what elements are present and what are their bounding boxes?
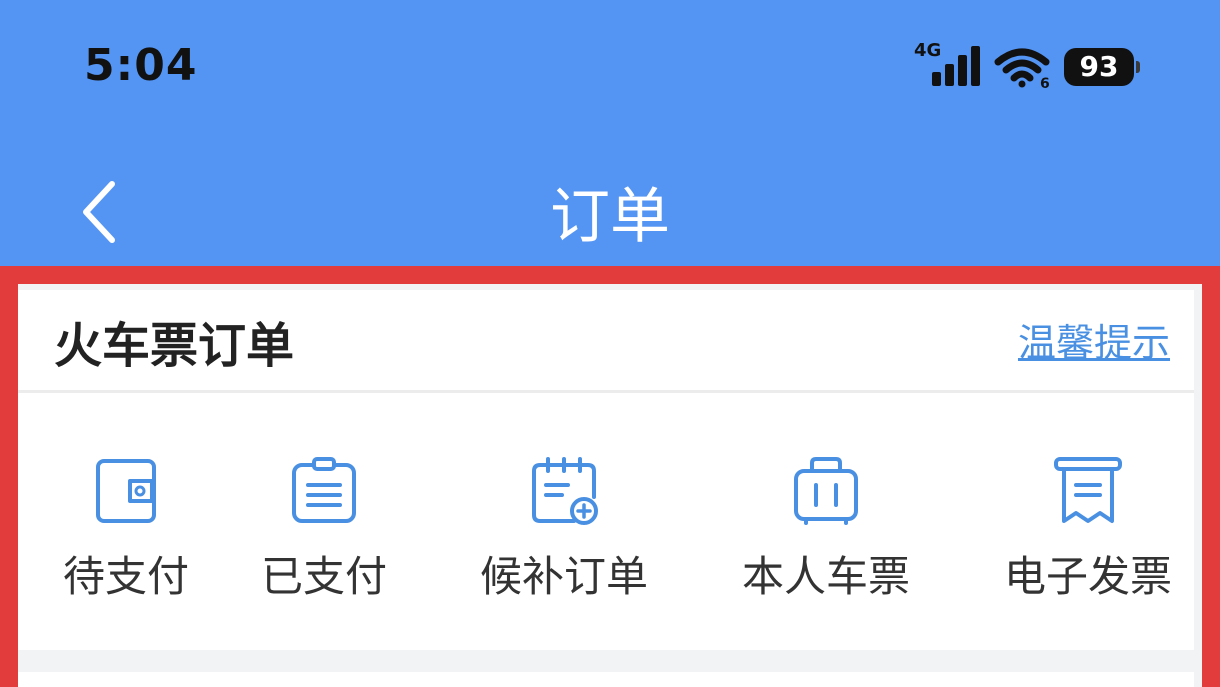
battery-indicator: 93 [1064, 48, 1134, 86]
entry-pending-payment[interactable]: 待支付 [16, 393, 236, 650]
tips-link[interactable]: 温馨提示 [1018, 312, 1170, 367]
next-card-edge [18, 672, 1194, 687]
battery-tip [1136, 61, 1140, 73]
orders-page: 5:04 4G 6 93 订单 火车票订单 温馨提示 待支付 已支付 候补订单 … [0, 0, 1220, 687]
entry-waitlist-orders[interactable]: 候补订单 [454, 393, 674, 650]
entry-label: 电子发票 [1003, 552, 1172, 601]
clipboard-icon [292, 457, 356, 523]
section-title: 火车票订单 [54, 318, 295, 374]
calendar-add-icon [532, 457, 598, 525]
status-time: 5:04 [84, 40, 198, 91]
entry-e-invoice[interactable]: 电子发票 [978, 393, 1198, 650]
suitcase-icon [794, 457, 858, 525]
wallet-icon [96, 459, 156, 523]
status-icons: 4G 6 93 [914, 40, 1144, 90]
train-orders-card: 火车票订单 温馨提示 待支付 已支付 候补订单 本人车票 电子发票 [18, 290, 1194, 650]
wifi-icon: 6 [994, 48, 1050, 88]
entry-my-tickets[interactable]: 本人车票 [716, 393, 936, 650]
order-entries: 待支付 已支付 候补订单 本人车票 电子发票 [18, 393, 1194, 650]
nav-bar: 订单 [0, 150, 1220, 260]
entry-label: 本人车票 [741, 552, 910, 601]
cellular-signal-icon [932, 46, 980, 86]
entry-label: 待支付 [62, 552, 189, 601]
card-header: 火车票订单 温馨提示 [18, 290, 1194, 393]
page-title: 订单 [550, 182, 670, 252]
entry-label: 候补订单 [479, 552, 648, 601]
entry-paid[interactable]: 已支付 [214, 393, 434, 650]
receipt-icon [1054, 457, 1122, 523]
svg-text:6: 6 [1040, 76, 1050, 88]
entry-label: 已支付 [260, 552, 387, 601]
